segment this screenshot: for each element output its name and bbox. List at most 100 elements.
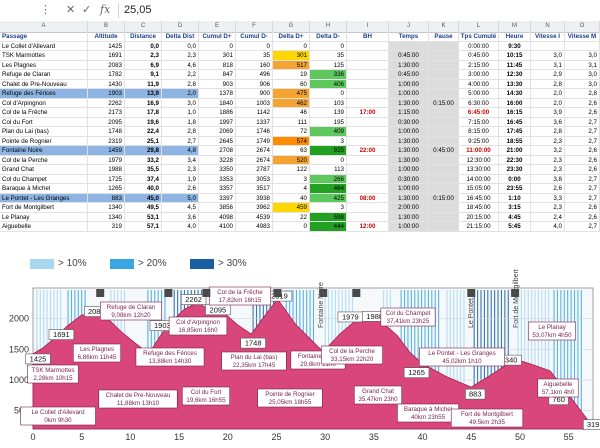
cell-name[interactable]: Les Plagnes xyxy=(0,60,88,70)
column-header-g[interactable]: G xyxy=(273,21,310,32)
cell-vitesse-i[interactable]: 2,3 xyxy=(531,203,565,213)
dropdown-icon[interactable]: ⋮ xyxy=(40,3,51,16)
column-header-h[interactable]: H xyxy=(310,21,347,32)
cell-pause[interactable] xyxy=(429,117,459,127)
cell-cumul-dminus[interactable]: 4539 xyxy=(236,212,273,222)
cell-delta-dplus[interactable]: 63 xyxy=(273,146,310,156)
cell-heure[interactable]: 10:15 xyxy=(499,51,531,61)
cell-delta-dplus[interactable]: 574 xyxy=(273,136,310,146)
cell-delta-dist[interactable]: 2,3 xyxy=(162,51,199,61)
cell-distance[interactable]: 40,0 xyxy=(125,184,162,194)
cell-altitude[interactable]: 1725 xyxy=(88,174,125,184)
cell-heure[interactable]: 17:45 xyxy=(499,127,531,137)
cell-delta-dplus[interactable]: 520 xyxy=(273,155,310,165)
cell-vitesse-i[interactable]: 2,6 xyxy=(531,184,565,194)
cell-tps-cumule[interactable]: 8:15:00 xyxy=(459,127,499,137)
cell-delta-dplus[interactable]: 517 xyxy=(273,60,310,70)
cell-name[interactable]: Col de la Frêche xyxy=(0,108,88,118)
cell-name[interactable]: Fontaine Noire xyxy=(0,146,88,156)
cell-delta-dplus[interactable]: 22 xyxy=(273,212,310,222)
cell-bh[interactable] xyxy=(347,89,389,99)
cell-delta-dminus[interactable]: 195 xyxy=(310,117,347,127)
cell-delta-dist[interactable]: 3,4 xyxy=(162,155,199,165)
cell-temps[interactable]: 1:30:00 xyxy=(389,155,429,165)
column-header-n[interactable]: N xyxy=(531,21,565,32)
header-pause[interactable]: Pause xyxy=(429,32,459,42)
cell-delta-dminus[interactable]: 444 xyxy=(310,222,347,232)
cell-temps[interactable]: 1:30:00 xyxy=(389,60,429,70)
cell-vitesse-m[interactable]: 2,7 xyxy=(565,136,600,146)
cell-altitude[interactable]: 1340 xyxy=(88,212,125,222)
cell-heure[interactable]: 16:15 xyxy=(499,108,531,118)
cell-delta-dist[interactable]: 2,7 xyxy=(162,136,199,146)
cell-name[interactable]: Le Collet d'Allevard xyxy=(0,41,88,51)
header-delta-dplus[interactable]: Delta D+ xyxy=(273,32,310,42)
cell-altitude[interactable]: 1265 xyxy=(88,184,125,194)
cell-delta-dist[interactable]: 3,0 xyxy=(162,98,199,108)
cell-bh[interactable]: 17:00 xyxy=(347,108,389,118)
cell-delta-dminus[interactable]: 925 xyxy=(310,146,347,156)
cell-vitesse-m[interactable]: 2,6 xyxy=(565,212,600,222)
cell-vitesse-i[interactable]: 3,8 xyxy=(531,174,565,184)
cell-delta-dminus[interactable]: 409 xyxy=(310,127,347,137)
cell-delta-dplus[interactable]: 46 xyxy=(273,108,310,118)
cell-temps[interactable]: 1:30:00 xyxy=(389,146,429,156)
cell-temps[interactable]: 1:30:00 xyxy=(389,212,429,222)
cell-delta-dist[interactable]: 2,6 xyxy=(162,184,199,194)
cell-cumul-dplus[interactable]: 1378 xyxy=(199,89,236,99)
cell-name[interactable]: Col de la Perche xyxy=(0,155,88,165)
header-vitesse-m[interactable]: Vitesse M xyxy=(565,32,600,42)
cell-bh[interactable]: 08:00 xyxy=(347,193,389,203)
cell-vitesse-m[interactable]: 2,8 xyxy=(565,89,600,99)
cell-vitesse-i[interactable] xyxy=(531,41,565,51)
cell-delta-dplus[interactable]: 462 xyxy=(273,98,310,108)
cell-vitesse-i[interactable]: 3,2 xyxy=(531,146,565,156)
cell-vitesse-i[interactable]: 2,4 xyxy=(531,212,565,222)
cell-delta-dminus[interactable]: 35 xyxy=(310,51,347,61)
cell-vitesse-m[interactable]: 3,0 xyxy=(565,70,600,80)
cell-distance[interactable]: 6,9 xyxy=(125,60,162,70)
header-bh[interactable]: BH xyxy=(347,32,389,42)
column-header-l[interactable]: L xyxy=(459,21,499,32)
cell-cumul-dminus[interactable]: 1142 xyxy=(236,108,273,118)
cell-pause[interactable]: 0:15:00 xyxy=(429,98,459,108)
cell-temps[interactable]: 1:00:00 xyxy=(389,165,429,175)
cell-cumul-dplus[interactable]: 0 xyxy=(199,41,236,51)
cell-heure[interactable]: 11:45 xyxy=(499,60,531,70)
cell-heure[interactable]: 16:00 xyxy=(499,98,531,108)
cell-altitude[interactable]: 1782 xyxy=(88,70,125,80)
cell-delta-dist[interactable]: 2,8 xyxy=(162,127,199,137)
cell-bh[interactable] xyxy=(347,136,389,146)
cell-vitesse-m[interactable]: 2,7 xyxy=(565,184,600,194)
cell-vitesse-i[interactable]: 2,3 xyxy=(531,165,565,175)
cell-heure[interactable]: 14:30 xyxy=(499,89,531,99)
cell-vitesse-m[interactable]: 2,6 xyxy=(565,146,600,156)
cell-delta-dminus[interactable]: 0 xyxy=(310,89,347,99)
cell-altitude[interactable]: 1340 xyxy=(88,203,125,213)
cell-tps-cumule[interactable]: 12:30:00 xyxy=(459,155,499,165)
column-header-k[interactable]: K xyxy=(429,21,459,32)
cell-tps-cumule[interactable]: 20:15:00 xyxy=(459,212,499,222)
column-header-e[interactable]: E xyxy=(199,21,236,32)
cell-distance[interactable]: 33,2 xyxy=(125,155,162,165)
cell-delta-dminus[interactable]: 266 xyxy=(310,174,347,184)
cell-vitesse-i[interactable]: 2,3 xyxy=(531,155,565,165)
cell-vitesse-m[interactable]: 3,1 xyxy=(565,60,600,70)
cell-cumul-dminus[interactable]: 3053 xyxy=(236,174,273,184)
header-altitude[interactable]: Altitude xyxy=(88,32,125,42)
cell-delta-dminus[interactable]: 0 xyxy=(310,41,347,51)
column-header-j[interactable]: J xyxy=(389,21,429,32)
cell-tps-cumule[interactable]: 0:45:00 xyxy=(459,51,499,61)
column-header-c[interactable]: C xyxy=(125,21,162,32)
cell-cumul-dplus[interactable]: 847 xyxy=(199,70,236,80)
cell-delta-dist[interactable]: 1,0 xyxy=(162,108,199,118)
cell-name[interactable]: Le Pontet - Les Granges xyxy=(0,193,88,203)
header-vitesse-i[interactable]: Vitesse I xyxy=(531,32,565,42)
cell-pause[interactable] xyxy=(429,127,459,137)
cell-vitesse-m[interactable]: 2,6 xyxy=(565,165,600,175)
cell-delta-dminus[interactable]: 464 xyxy=(310,184,347,194)
cell-cumul-dplus[interactable]: 4098 xyxy=(199,212,236,222)
cell-distance[interactable]: 19,6 xyxy=(125,117,162,127)
cell-name[interactable]: Fort de Montgilbert xyxy=(0,203,88,213)
cell-delta-dplus[interactable]: 475 xyxy=(273,89,310,99)
